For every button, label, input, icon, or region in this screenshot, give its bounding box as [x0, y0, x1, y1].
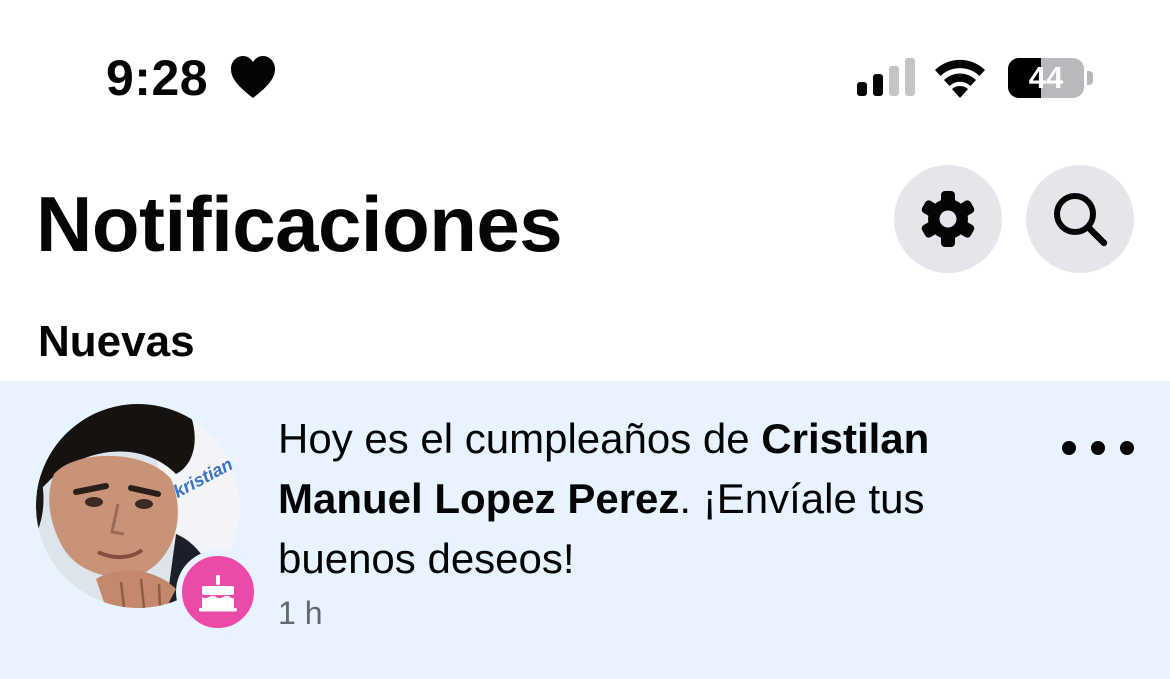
status-bar: 9:28 44: [0, 0, 1170, 150]
search-icon: [1054, 193, 1108, 247]
settings-button[interactable]: [894, 165, 1002, 273]
heart-icon: [231, 56, 275, 98]
signal-bar: [873, 74, 883, 96]
cellular-signal-icon: [857, 58, 915, 96]
more-options-button[interactable]: [1062, 433, 1134, 463]
more-options-icon: [1120, 441, 1134, 455]
signal-bar: [889, 66, 899, 96]
page-title: Notificaciones: [36, 180, 563, 268]
notification-item[interactable]: kristian Hoy es el cumpleaños de Cristil…: [0, 381, 1170, 679]
signal-bar: [857, 82, 867, 96]
status-time: 9:28: [106, 50, 209, 106]
wifi-icon: [935, 59, 985, 98]
notification-avatar-group: kristian: [36, 404, 262, 634]
search-button[interactable]: [1026, 165, 1134, 273]
battery-indicator: 44: [1008, 58, 1094, 100]
notification-timestamp: 1 h: [278, 595, 323, 631]
gear-icon: [921, 191, 975, 247]
battery-percentage: 44: [1028, 60, 1064, 95]
birthday-badge: [176, 550, 260, 634]
battery-nub: [1087, 71, 1093, 85]
more-options-icon: [1062, 441, 1076, 455]
battery-body: 44: [1008, 58, 1084, 98]
birthday-cake-icon: [199, 575, 237, 612]
notifications-screen: 9:28 44 Notificaciones Nuevas kristian H…: [0, 0, 1170, 679]
section-title-nuevas: Nuevas: [38, 317, 195, 366]
notification-text: Hoy es el cumpleaños de Cristilan Manuel…: [278, 409, 1018, 589]
notification-text-prefix: Hoy es el cumpleaños de: [278, 415, 762, 462]
signal-bar: [905, 58, 915, 96]
more-options-icon: [1091, 441, 1105, 455]
